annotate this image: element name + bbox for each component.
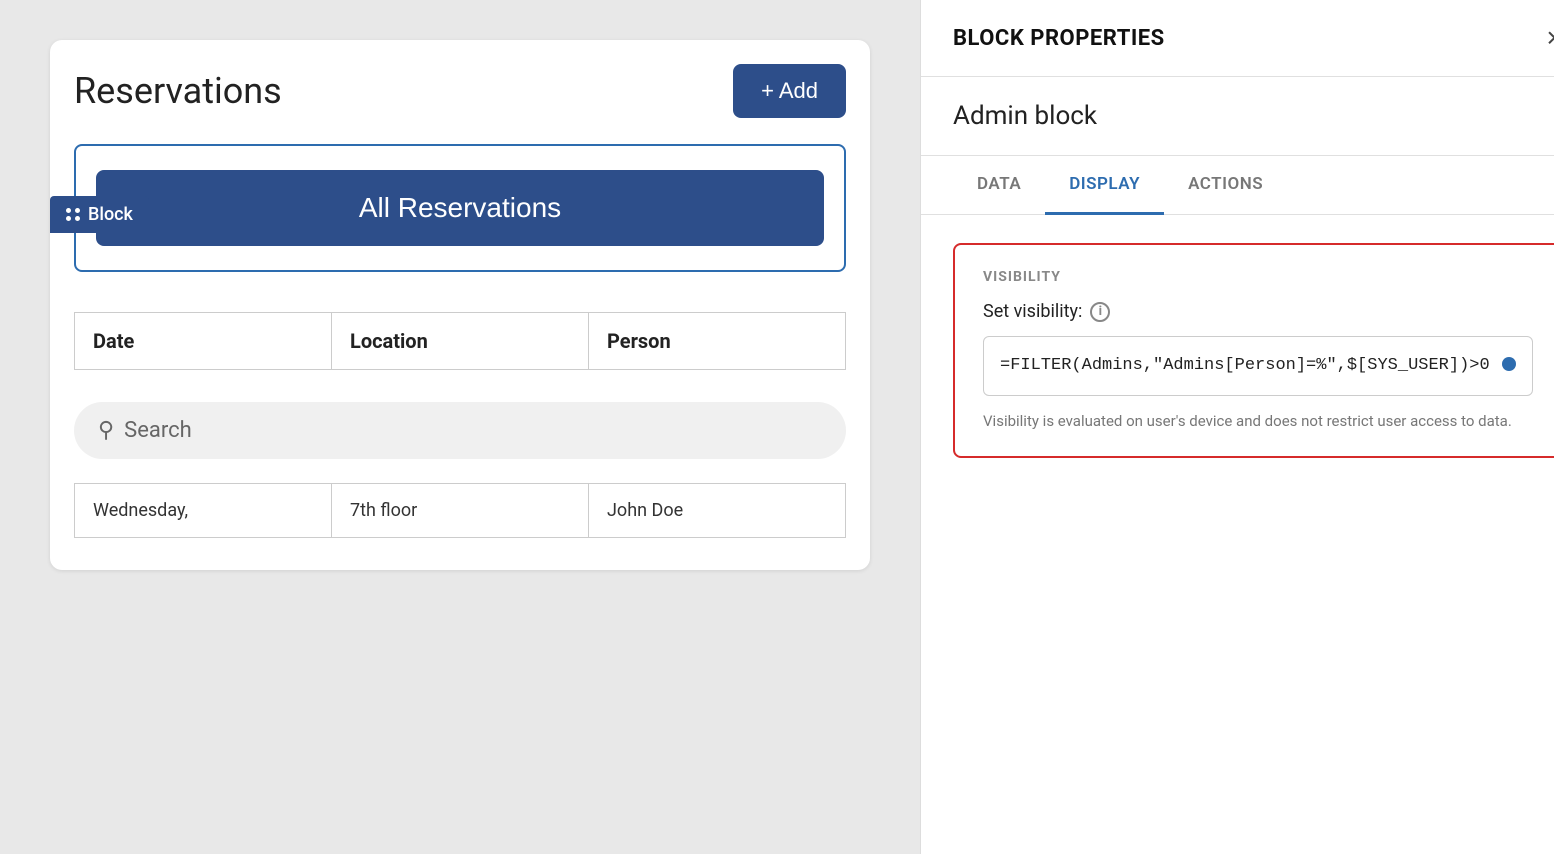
search-label: Search (124, 418, 192, 443)
tab-actions[interactable]: ACTIONS (1164, 156, 1287, 215)
data-cell-date: Wednesday, (74, 483, 331, 538)
app-card: Reservations + Add Block All Reservation… (50, 40, 870, 570)
block-content: All Reservations (74, 144, 846, 272)
filter-row: Date Location Person (74, 312, 846, 370)
panel-body: VISIBILITY Set visibility: i =FILTER(Adm… (921, 215, 1554, 854)
add-button[interactable]: + Add (733, 64, 846, 118)
data-row: Wednesday, 7th floor John Doe (74, 483, 846, 538)
search-bar[interactable]: ⚲ Search (74, 402, 846, 459)
right-panel: BLOCK PROPERTIES × Admin block DATA DISP… (920, 0, 1554, 854)
left-panel: Reservations + Add Block All Reservation… (0, 0, 920, 854)
close-button[interactable]: × (1546, 24, 1554, 52)
drag-dots-icon (66, 208, 80, 222)
visibility-label: VISIBILITY (983, 269, 1533, 285)
tab-display[interactable]: DISPLAY (1045, 156, 1164, 215)
data-cell-location: 7th floor (331, 483, 588, 538)
app-title: Reservations (74, 70, 282, 112)
set-visibility-row: Set visibility: i (983, 301, 1533, 322)
data-cell-person: John Doe (588, 483, 846, 538)
visibility-note: Visibility is evaluated on user's device… (983, 410, 1533, 433)
tab-data[interactable]: DATA (953, 156, 1045, 215)
panel-title: BLOCK PROPERTIES (953, 26, 1165, 51)
panel-header: BLOCK PROPERTIES × (921, 0, 1554, 77)
filter-location[interactable]: Location (331, 312, 588, 370)
blue-dot-indicator (1502, 357, 1516, 371)
filter-person[interactable]: Person (588, 312, 846, 370)
block-tab[interactable]: Block (50, 196, 149, 233)
all-reservations-button[interactable]: All Reservations (96, 170, 824, 246)
info-icon[interactable]: i (1090, 302, 1110, 322)
visibility-section: VISIBILITY Set visibility: i =FILTER(Adm… (953, 243, 1554, 458)
formula-text: =FILTER(Admins,"Admins[Person]=%",$[SYS_… (1000, 353, 1490, 379)
search-icon: ⚲ (98, 418, 114, 443)
filter-date[interactable]: Date (74, 312, 331, 370)
block-tab-label: Block (88, 204, 133, 225)
admin-block-label: Admin block (921, 77, 1554, 156)
formula-box[interactable]: =FILTER(Admins,"Admins[Person]=%",$[SYS_… (983, 336, 1533, 396)
set-visibility-text: Set visibility: (983, 301, 1082, 322)
app-header: Reservations + Add (74, 64, 846, 118)
tabs-container: DATA DISPLAY ACTIONS (921, 156, 1554, 215)
